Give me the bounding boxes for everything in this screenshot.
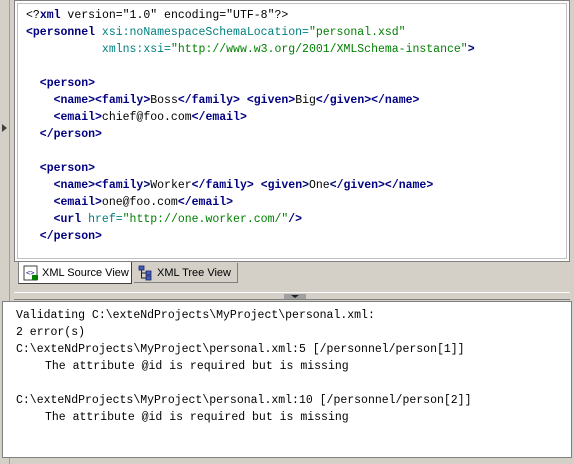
code-token: </family>	[191, 179, 254, 192]
code-line: <name><family>Boss</family> <given>Big</…	[26, 93, 420, 109]
code-token: </person>	[26, 128, 102, 141]
code-token: </email>	[191, 111, 247, 124]
console-line: C:\exteNdProjects\MyProject\personal.xml…	[16, 343, 465, 356]
code-line: <personnel xsi:noNamespaceSchemaLocation…	[26, 25, 406, 41]
code-token: "http://one.worker.com/"	[122, 213, 289, 226]
code-line: <?xml version="1.0" encoding="UTF-8"?>	[26, 8, 288, 24]
code-token: ?>	[274, 9, 289, 22]
code-token: <url	[26, 213, 82, 226]
tab-xml-source-view[interactable]: <> XML Source View	[18, 262, 132, 284]
panel-splitter[interactable]	[14, 292, 570, 300]
code-token: one@foo.com	[101, 196, 178, 209]
code-token: <given>	[246, 94, 296, 107]
console-line: The attribute @id is required but is mis…	[45, 360, 349, 373]
console-line: 2 error(s)	[16, 326, 86, 339]
code-token: </person>	[26, 230, 102, 243]
code-token: <personnel	[26, 26, 96, 39]
code-line: <email>one@foo.com</email>	[26, 195, 233, 211]
console-line: Validating C:\exteNdProjects\MyProject\p…	[16, 309, 375, 322]
code-token: </given></name>	[329, 179, 434, 192]
code-token: xsi:noNamespaceSchemaLocation=	[95, 26, 309, 39]
code-line: <name><family>Worker</family> <given>One…	[26, 178, 434, 194]
code-token: "http://www.w3.org/2001/XMLSchema-instan…	[170, 43, 468, 56]
console-line: The attribute @id is required but is mis…	[45, 411, 349, 424]
collapse-down-icon[interactable]	[284, 294, 306, 299]
xml-source-editor[interactable]: <?xml version="1.0" encoding="UTF-8"?> <p…	[17, 3, 567, 259]
code-line: <email>chief@foo.com</email>	[26, 110, 247, 126]
code-line: <person>	[26, 161, 95, 177]
code-token: <email>	[26, 111, 102, 124]
code-line: <url href="http://one.worker.com/"/>	[26, 212, 303, 228]
code-token: Big	[295, 94, 316, 107]
code-token: </email>	[177, 196, 234, 209]
xml-source-icon: <>	[23, 265, 39, 281]
code-token: xmlns:xsi=	[26, 43, 171, 56]
code-token: xml	[39, 9, 61, 22]
code-token: </family>	[177, 94, 240, 107]
validation-output-panel[interactable]: Validating C:\exteNdProjects\MyProject\p…	[2, 301, 572, 458]
code-token: <person>	[26, 77, 96, 90]
code-token: One	[309, 179, 330, 192]
code-token: <given>	[260, 179, 309, 192]
code-line: <person>	[26, 76, 95, 92]
code-token: "personal.xsd"	[308, 26, 406, 39]
code-token: <name><family>	[26, 94, 151, 107]
code-token: Boss	[150, 94, 178, 107]
console-line: C:\exteNdProjects\MyProject\personal.xml…	[16, 394, 472, 407]
code-token: href=	[81, 213, 123, 226]
code-line: </person>	[26, 127, 102, 143]
tab-xml-tree-view[interactable]: XML Tree View	[134, 263, 238, 283]
code-token: <name><family>	[26, 179, 151, 192]
tab-xml-tree-label: XML Tree View	[157, 266, 231, 279]
code-token: version="1.0" encoding="UTF-8"	[60, 9, 275, 22]
view-tab-bar: <> XML Source View XML Tree View	[14, 262, 570, 284]
code-token: </given></name>	[315, 94, 420, 107]
expand-arrow-icon[interactable]	[2, 124, 7, 132]
code-token: >	[467, 43, 475, 56]
code-token: <person>	[26, 162, 96, 175]
xml-editor-frame: <?xml version="1.0" encoding="UTF-8"?> <p…	[14, 0, 570, 262]
code-token: />	[288, 213, 303, 226]
code-line: xmlns:xsi="http://www.w3.org/2001/XMLSch…	[26, 42, 475, 58]
xml-tree-icon	[138, 265, 154, 281]
code-line: </person>	[26, 229, 102, 245]
code-token: <?	[26, 9, 40, 22]
code-token: <email>	[26, 196, 102, 209]
code-token: chief@foo.com	[101, 111, 192, 124]
code-token: Worker	[150, 179, 192, 192]
tab-xml-source-label: XML Source View	[42, 266, 129, 279]
